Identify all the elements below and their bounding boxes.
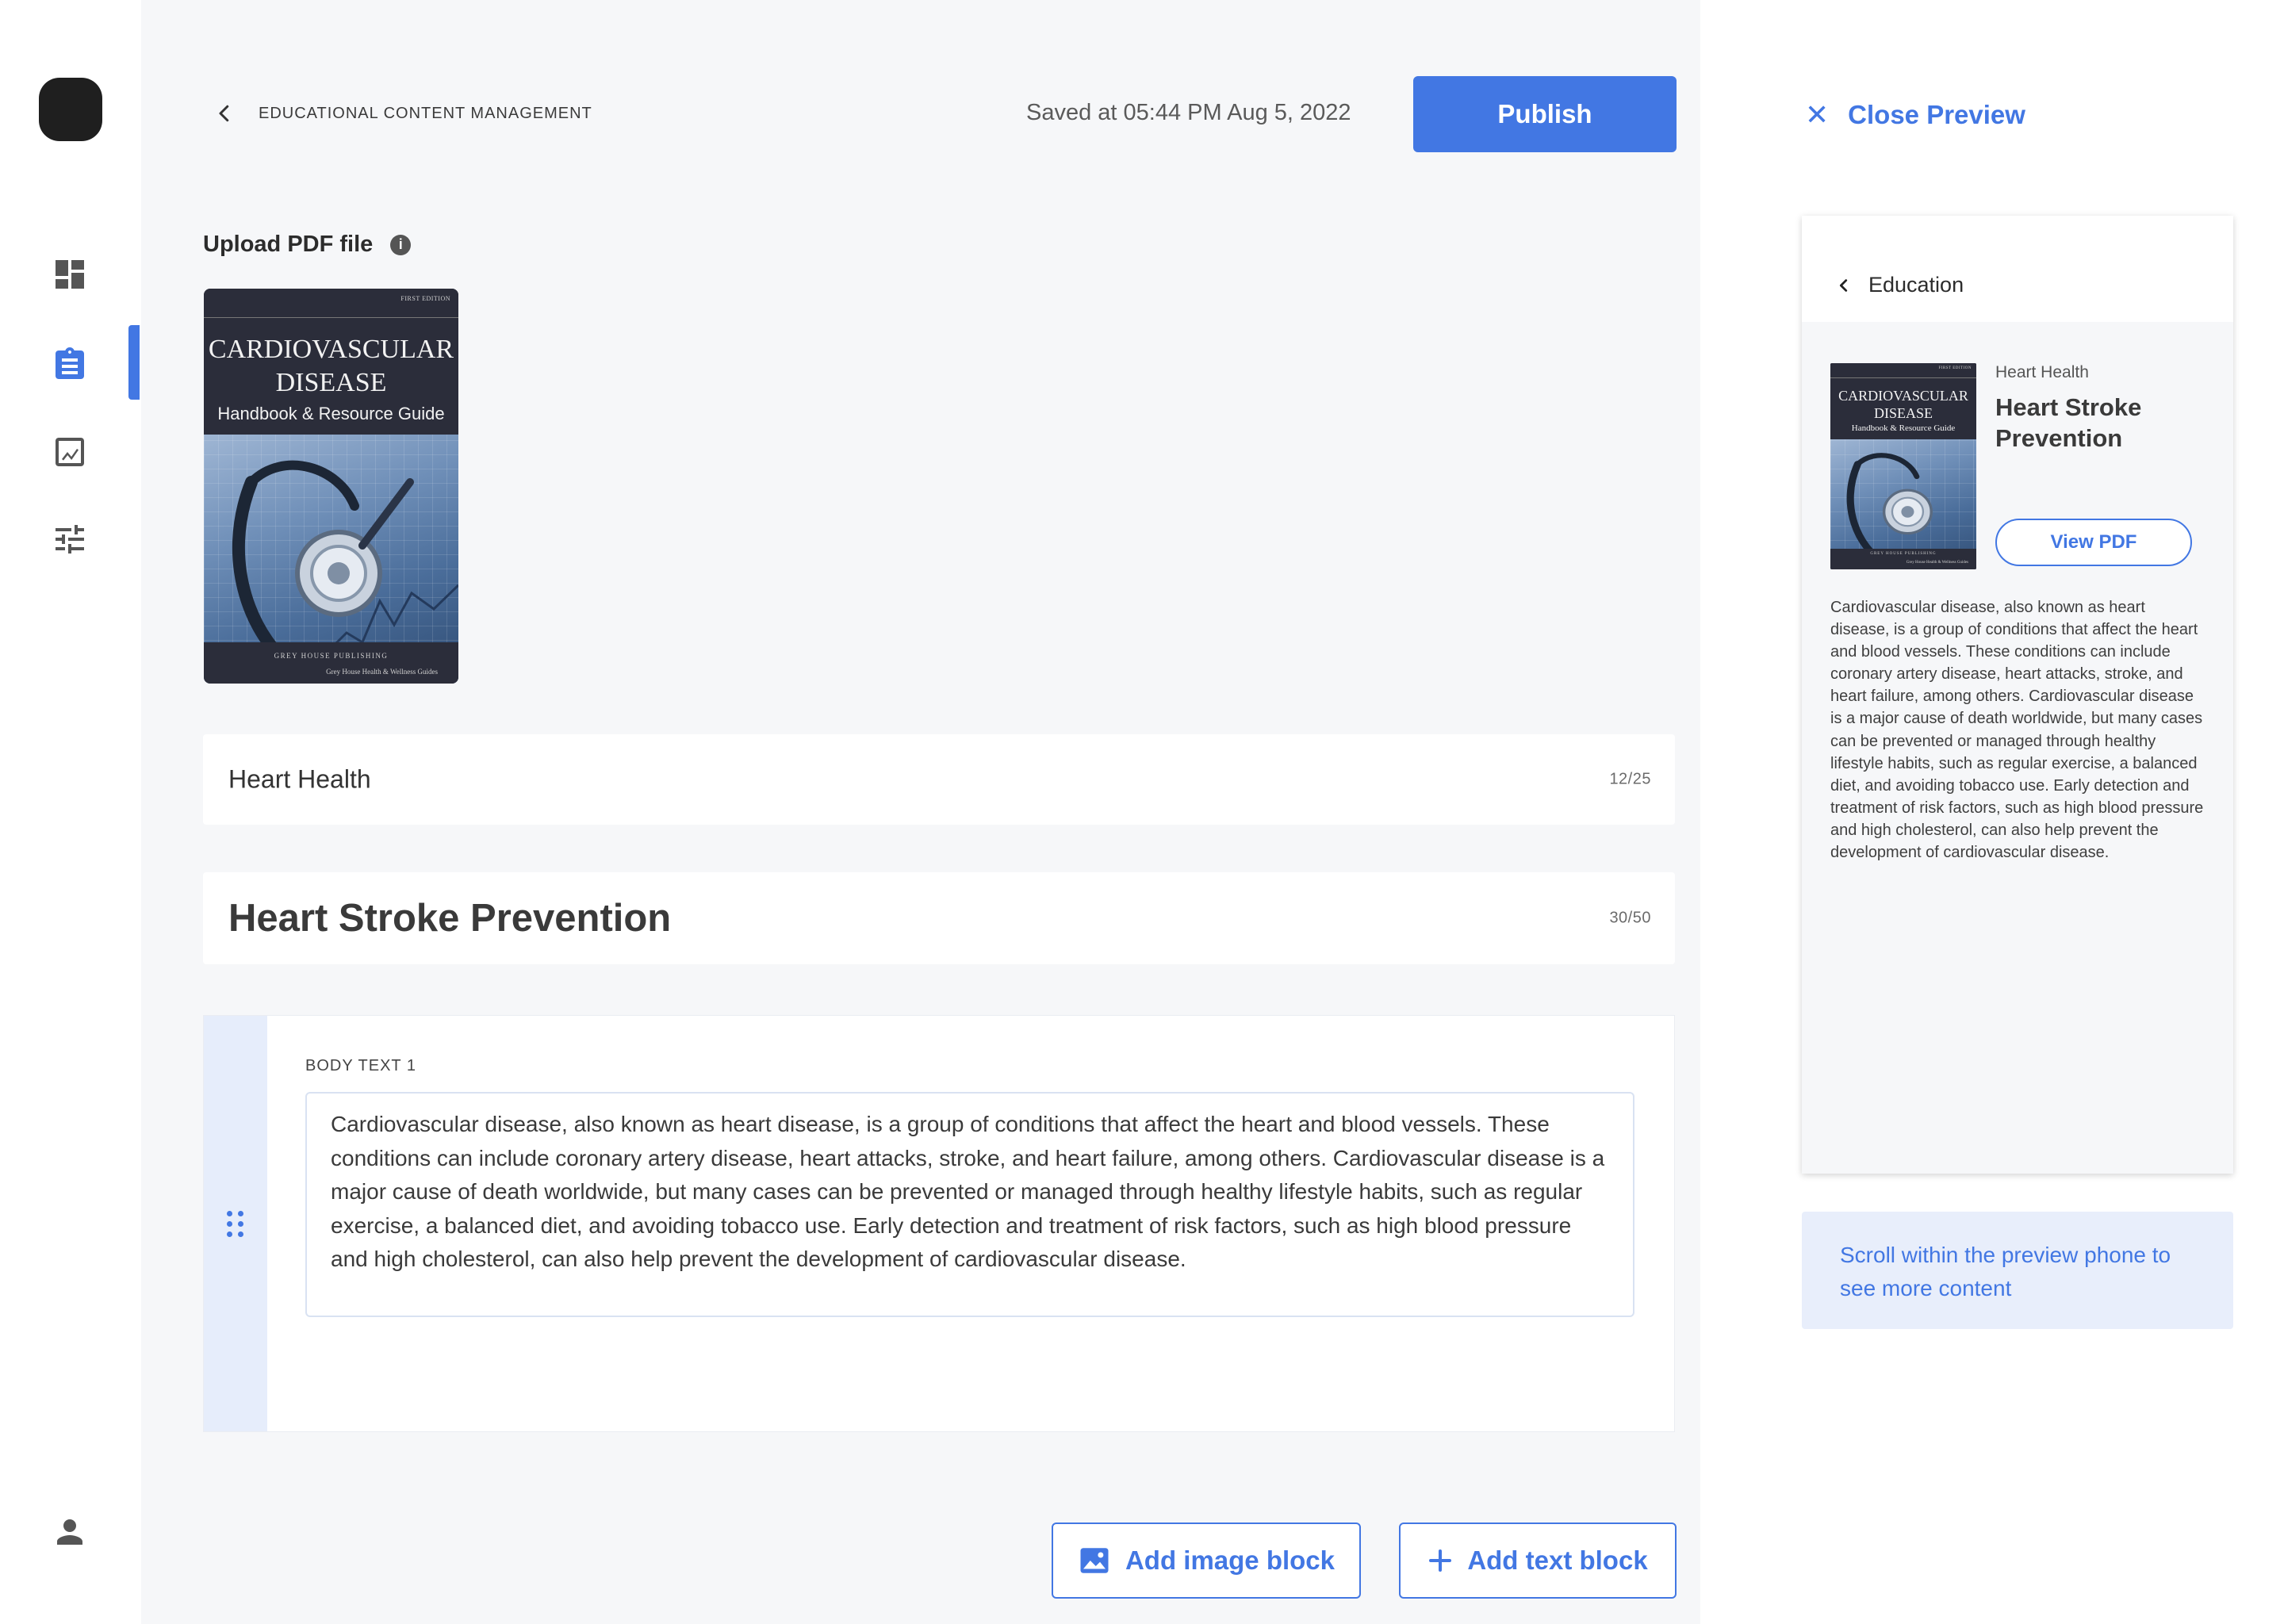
- info-icon[interactable]: i: [390, 234, 412, 255]
- title-char-count: 30/50: [1609, 909, 1651, 927]
- cover-footer: GREY HOUSE PUBLISHING Grey House Health …: [204, 642, 458, 684]
- app-logo[interactable]: [39, 78, 102, 141]
- title-input[interactable]: Heart Stroke Prevention 30/50: [203, 872, 1675, 964]
- image-icon: [1078, 1544, 1111, 1577]
- upload-pdf-label: Upload PDF file i: [203, 232, 412, 258]
- scroll-hint: Scroll within the preview phone to see m…: [1802, 1212, 2233, 1329]
- add-image-block-button[interactable]: Add image block: [1052, 1522, 1361, 1599]
- body-text-block: BODY TEXT 1 Cardiovascular disease, also…: [203, 1015, 1675, 1432]
- drag-dots-icon: [227, 1210, 244, 1237]
- preview-panel: ✕ Close Preview Education FIRST EDITION …: [1700, 0, 2284, 1624]
- upload-pdf-text: Upload PDF file: [203, 232, 374, 257]
- back-to-content-management[interactable]: EDUCATIONAL CONTENT MANAGEMENT: [213, 102, 592, 125]
- breadcrumb: EDUCATIONAL CONTENT MANAGEMENT: [259, 104, 592, 122]
- drag-handle[interactable]: [204, 1016, 267, 1431]
- clipboard-icon: [56, 347, 84, 379]
- add-text-block-button[interactable]: Add text block: [1399, 1522, 1677, 1599]
- category-char-count: 12/25: [1609, 770, 1651, 788]
- preview-category: Heart Health: [1995, 363, 2089, 381]
- phone-content: FIRST EDITION CARDIOVASCULAR DISEASE Han…: [1802, 322, 2233, 1174]
- pdf-cover-thumbnail[interactable]: FIRST EDITION CARDIOVASCULAR DISEASE Han…: [204, 289, 458, 684]
- add-image-block-label: Add image block: [1125, 1545, 1336, 1575]
- phone-header: Education: [1802, 216, 2233, 322]
- thumb-title-line2: DISEASE: [1873, 405, 1933, 421]
- cover-series: Grey House Health & Wellness Guides: [326, 668, 438, 676]
- cover-edition: FIRST EDITION: [400, 295, 450, 302]
- plus-icon: [1428, 1548, 1453, 1573]
- sidebar: [0, 0, 141, 1624]
- title-value: Heart Stroke Prevention: [228, 897, 672, 940]
- cover-subtitle: Handbook & Resource Guide: [217, 404, 445, 423]
- cover-publisher: GREY HOUSE PUBLISHING: [274, 652, 389, 660]
- phone-preview[interactable]: Education FIRST EDITION CARDIOVASCULAR D…: [1802, 216, 2233, 1174]
- sliders-icon: [56, 525, 84, 553]
- content-editor: EDUCATIONAL CONTENT MANAGEMENT Saved at …: [141, 0, 1700, 1624]
- preview-body-text: Cardiovascular disease, also known as he…: [1830, 599, 2204, 862]
- cover-title-area: FIRST EDITION CARDIOVASCULAR DISEASE Han…: [204, 289, 458, 435]
- profile-button[interactable]: [51, 1513, 89, 1551]
- close-preview-button[interactable]: ✕ Close Preview: [1805, 100, 2025, 130]
- category-input[interactable]: Heart Health 12/25: [203, 734, 1675, 825]
- chart-icon: [56, 438, 84, 466]
- person-icon: [57, 1519, 82, 1545]
- body-textarea[interactable]: Cardiovascular disease, also known as he…: [305, 1092, 1634, 1317]
- active-nav-indicator: [128, 325, 140, 400]
- thumb-publisher: GREY HOUSE PUBLISHING: [1870, 552, 1937, 556]
- phone-back-button[interactable]: Education: [1835, 273, 1964, 297]
- close-preview-label: Close Preview: [1848, 100, 2025, 129]
- thumb-footer: GREY HOUSE PUBLISHING Grey House Health …: [1830, 549, 1976, 569]
- dashboard-icon: [56, 260, 84, 289]
- thumb-rule: [1830, 377, 1976, 378]
- add-text-block-label: Add text block: [1467, 1545, 1648, 1575]
- publish-button[interactable]: Publish: [1413, 76, 1677, 152]
- view-pdf-button[interactable]: View PDF: [1995, 519, 2192, 566]
- phone-back-label: Education: [1868, 273, 1964, 297]
- body-text-label: BODY TEXT 1: [305, 1057, 416, 1074]
- thumb-title-area: FIRST EDITION CARDIOVASCULAR DISEASE Han…: [1830, 363, 1976, 439]
- preview-cover-thumbnail: FIRST EDITION CARDIOVASCULAR DISEASE Han…: [1830, 363, 1976, 569]
- save-status: Saved at 05:44 PM Aug 5, 2022: [1026, 100, 1351, 125]
- cover-rule: [204, 317, 458, 318]
- chevron-left-icon: [1839, 278, 1848, 292]
- thumb-series: Grey House Health & Wellness Guides: [1906, 561, 1968, 565]
- nav-content-button[interactable]: [51, 346, 89, 384]
- category-value: Heart Health: [228, 764, 371, 794]
- nav-settings-button[interactable]: [51, 520, 89, 558]
- thumb-subtitle: Handbook & Resource Guide: [1851, 423, 1956, 433]
- thumb-edition: FIRST EDITION: [1938, 366, 1972, 370]
- preview-title: Heart Stroke Prevention: [1995, 393, 2142, 452]
- chevron-left-icon: [219, 105, 229, 122]
- close-icon: ✕: [1805, 98, 1830, 131]
- nav-dashboard-button[interactable]: [51, 255, 89, 293]
- cover-title-line2: DISEASE: [275, 368, 387, 397]
- nav-analytics-button[interactable]: [51, 433, 89, 471]
